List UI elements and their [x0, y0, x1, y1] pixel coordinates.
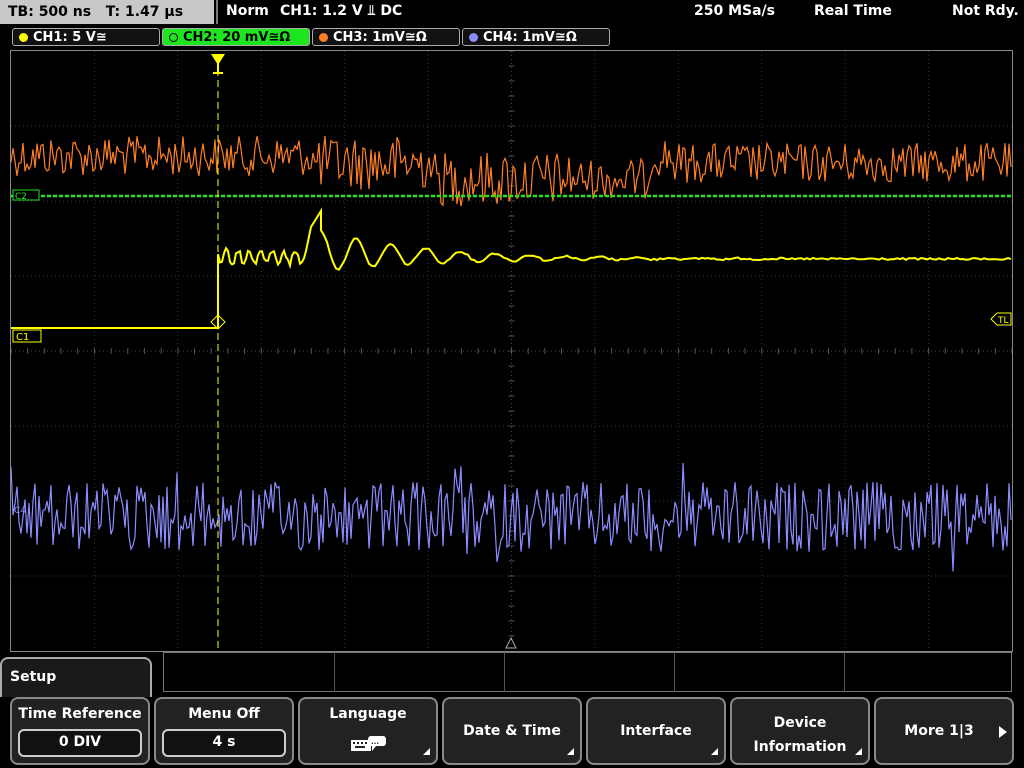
channel-tab-ch1[interactable]: CH1: 5 V≅ — [12, 28, 160, 46]
trigger-level-label: TL — [997, 316, 1009, 326]
time-reference-value: 0 DIV — [18, 729, 142, 757]
menu-off-label: Menu Off — [188, 706, 260, 722]
strip-divider — [504, 652, 505, 692]
trigger-status: Not Rdy. — [952, 3, 1019, 19]
device-information-label-line2: Information — [753, 739, 847, 755]
interface-label: Interface — [620, 723, 692, 739]
menu-title: Setup — [10, 669, 57, 685]
more-softkey[interactable]: More 1|3 — [874, 697, 1014, 765]
keyboard-icon: ... — [351, 736, 386, 751]
menu-title-tab: Setup — [0, 657, 152, 697]
ch1-waveform — [11, 207, 1012, 329]
trigger-info: CH1: 1.2 V ⫫ DC — [280, 3, 403, 19]
trigger-position-marker[interactable] — [211, 54, 225, 74]
date-time-label: Date & Time — [463, 723, 561, 739]
ch2-offset-marker[interactable]: C2 — [12, 189, 40, 202]
trigger-time-value: T: 1.47 µs — [105, 4, 184, 20]
acquisition-type: Real Time — [814, 3, 892, 19]
timebase-value: TB: 500 ns — [8, 4, 92, 20]
submenu-indicator-icon — [423, 748, 430, 755]
time-reference-softkey[interactable]: Time Reference 0 DIV — [10, 697, 150, 765]
status-bar: TB: 500 ns T: 1.47 µs Norm CH1: 1.2 V ⫫ … — [0, 0, 1024, 25]
ch1-marker-label: C1 — [16, 332, 29, 343]
ch2-dot-icon — [169, 33, 178, 42]
device-information-softkey[interactable]: Device Information — [730, 697, 870, 765]
svg-text:...: ... — [371, 738, 379, 746]
ch4-marker-label: C4 — [14, 506, 26, 516]
status-divider — [216, 0, 218, 24]
sample-rate: 250 MSa/s — [694, 3, 776, 19]
strip-divider — [334, 652, 335, 692]
more-label: More 1|3 — [904, 723, 974, 739]
date-time-softkey[interactable]: Date & Time — [442, 697, 582, 765]
ch1-offset-marker[interactable]: C1 — [12, 329, 42, 343]
graticule — [11, 51, 1012, 651]
waveform-canvas: C1 C2 C4 TL — [11, 51, 1012, 651]
channel-tab-ch3[interactable]: CH3: 1mV≅Ω — [312, 28, 460, 46]
trigger-level-marker[interactable]: TL — [990, 312, 1012, 326]
device-information-label-line1: Device — [773, 715, 827, 731]
ch1-label: CH1: 5 V≅ — [33, 30, 107, 45]
acquisition-mode: Norm — [226, 3, 269, 19]
interface-softkey[interactable]: Interface — [586, 697, 726, 765]
strip-divider — [844, 652, 845, 692]
ch3-dot-icon — [319, 33, 328, 42]
ch4-label: CH4: 1mV≅Ω — [483, 30, 577, 45]
waveform-display[interactable]: C1 C2 C4 TL — [10, 50, 1013, 652]
menu-off-value: 4 s — [162, 729, 286, 757]
channel-tab-ch4[interactable]: CH4: 1mV≅Ω — [462, 28, 610, 46]
submenu-indicator-icon — [855, 748, 862, 755]
ch2-marker-label: C2 — [15, 192, 27, 202]
language-softkey[interactable]: Language ... — [298, 697, 438, 765]
language-label: Language — [329, 706, 407, 722]
submenu-indicator-icon — [711, 748, 718, 755]
channel-tab-ch2[interactable]: CH2: 20 mV≅Ω — [162, 28, 310, 46]
strip-divider — [674, 652, 675, 692]
measurement-strip — [163, 652, 1012, 692]
next-page-arrow-icon — [999, 726, 1007, 738]
ch4-dot-icon — [469, 33, 478, 42]
time-reference-label: Time Reference — [18, 706, 142, 722]
timebase-display[interactable]: TB: 500 ns T: 1.47 µs — [0, 0, 214, 24]
ch3-label: CH3: 1mV≅Ω — [333, 30, 427, 45]
ch1-dot-icon — [19, 33, 28, 42]
submenu-indicator-icon — [567, 748, 574, 755]
ch2-label: CH2: 20 mV≅Ω — [183, 30, 291, 45]
ch4-offset-marker[interactable]: C4 — [14, 506, 26, 516]
menu-off-softkey[interactable]: Menu Off 4 s — [154, 697, 294, 765]
